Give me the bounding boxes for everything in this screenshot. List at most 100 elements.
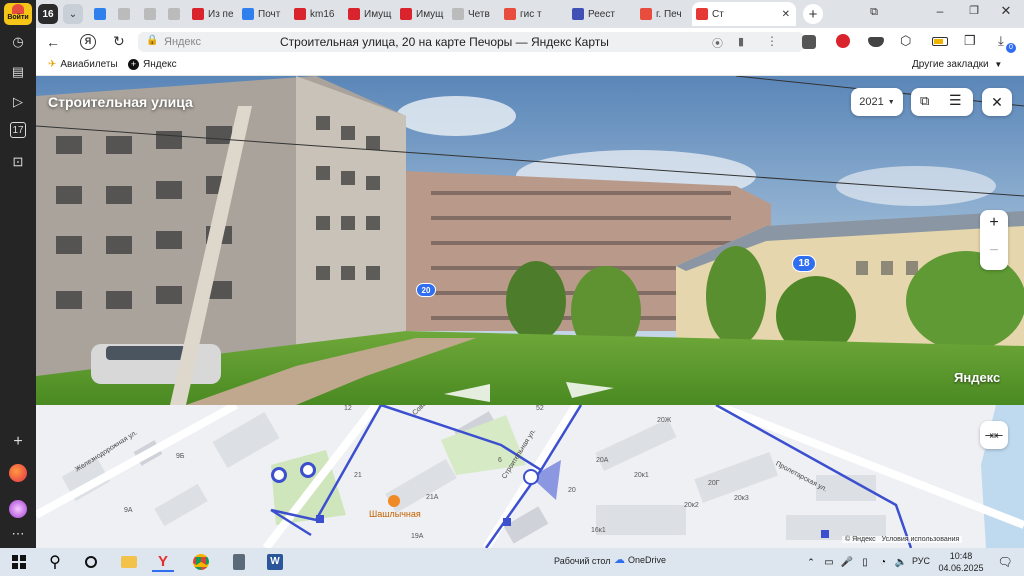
- yandex-icon[interactable]: Я: [80, 34, 96, 50]
- browser-tab[interactable]: Ст ✕: [692, 2, 796, 26]
- tab-favicon-icon: [640, 8, 652, 20]
- yandex-browser-icon[interactable]: Y: [152, 552, 174, 572]
- file-explorer-icon[interactable]: [118, 552, 140, 572]
- expand-map-button[interactable]: ⇥⇤: [980, 421, 1008, 449]
- desktop-label[interactable]: Рабочий стол: [554, 556, 611, 566]
- close-panorama-button[interactable]: ✕: [982, 88, 1012, 116]
- add-panel-icon[interactable]: +: [8, 432, 28, 452]
- calculator-icon[interactable]: [228, 552, 250, 572]
- other-bookmarks-label: Другие закладки: [912, 59, 989, 70]
- volume-icon[interactable]: 🔈: [890, 552, 912, 572]
- browser-tab[interactable]: [140, 4, 162, 24]
- more-icon[interactable]: ⋯: [8, 524, 28, 544]
- map-copyright: © Яндекс Условия использования: [842, 536, 963, 543]
- word-icon[interactable]: W: [264, 552, 286, 572]
- browser-tab[interactable]: [90, 4, 112, 24]
- tab-favicon-icon: [348, 8, 360, 20]
- browser-tab[interactable]: km16: [290, 4, 342, 24]
- more-menu-icon[interactable]: ⋮: [766, 34, 778, 48]
- open-external-icon[interactable]: ⧉: [920, 93, 929, 109]
- yandex-login-button[interactable]: Войти: [4, 3, 32, 25]
- tab-favicon-icon: [168, 8, 180, 20]
- bookmark-flights[interactable]: ✈ Авиабилеты: [48, 59, 118, 70]
- chevron-down-icon: ▼: [887, 98, 895, 106]
- browser-tab[interactable]: [114, 4, 136, 24]
- windows-taskbar: ⚲ Y W Рабочий стол ☁ OneDrive ⌃ ▭ 🎤 ▯ ◔ …: [0, 548, 1024, 576]
- menu-icon[interactable]: ☰: [949, 92, 962, 109]
- collections-button-icon[interactable]: ❒: [964, 33, 976, 49]
- terms-link[interactable]: Условия использования: [882, 536, 960, 543]
- start-button[interactable]: [8, 552, 30, 572]
- close-window-button[interactable]: ✕: [996, 3, 1016, 23]
- house-pin-20[interactable]: 20: [416, 283, 436, 297]
- protect-icon[interactable]: [802, 35, 816, 49]
- bookmark-icon[interactable]: ▮: [738, 35, 744, 48]
- tab-favicon-icon: [192, 8, 204, 20]
- clock[interactable]: 10:48 04.06.2025: [938, 550, 984, 574]
- house-number-label: 6: [498, 457, 502, 464]
- house-number-label: 20А: [596, 457, 609, 464]
- onedrive-widget[interactable]: ☁ OneDrive: [614, 553, 666, 566]
- house-pin-18[interactable]: 18: [792, 255, 816, 272]
- video-icon[interactable]: ▷: [8, 92, 28, 112]
- url-field[interactable]: 🔒 Яндекс Строительная улица, 20 на карте…: [138, 32, 804, 52]
- bookmark-yandex[interactable]: + Яндекс: [128, 59, 177, 70]
- browser-tab[interactable]: [164, 4, 186, 24]
- reload-button[interactable]: ↻: [113, 33, 125, 50]
- collections-icon[interactable]: ⧉: [866, 6, 882, 22]
- browser-tab[interactable]: Почт: [238, 4, 288, 24]
- house-number-label: 20к3: [734, 495, 749, 502]
- downloads-icon[interactable]: ⤓: [998, 33, 1004, 49]
- tab-favicon-icon: [504, 8, 516, 20]
- minimize-button[interactable]: –: [930, 4, 950, 24]
- cloud-icon: ☁: [614, 554, 625, 566]
- windows-logo-icon: [12, 555, 26, 569]
- cortana-icon[interactable]: [80, 552, 102, 572]
- tab-label: Почт: [258, 8, 281, 20]
- tab-counter[interactable]: 16: [38, 4, 58, 24]
- maximize-button[interactable]: ❐: [964, 4, 984, 24]
- house-number-label: 9Б: [176, 453, 185, 460]
- battery-saver-icon[interactable]: [932, 37, 948, 46]
- tabs-dropdown-icon[interactable]: ⌄: [63, 4, 83, 24]
- tab-favicon-icon: [242, 8, 254, 20]
- history-icon[interactable]: ◷: [8, 32, 28, 52]
- zoom-in-button[interactable]: +: [980, 214, 1008, 232]
- screenshot-icon[interactable]: ⊡: [8, 152, 28, 172]
- tab-strip: 16 ⌄ Из пе Почт km16 Имущ Имущ Четв гис т Реест…: [0, 0, 1024, 28]
- notes-icon[interactable]: ▤: [8, 62, 28, 82]
- browser-tab[interactable]: Имущ: [396, 4, 446, 24]
- extension-red-icon[interactable]: [836, 34, 850, 48]
- search-icon[interactable]: ⚲: [44, 552, 66, 572]
- assistant-icon[interactable]: [9, 500, 27, 518]
- back-button[interactable]: ←: [46, 34, 60, 50]
- new-tab-button[interactable]: +: [803, 4, 823, 24]
- close-tab-icon[interactable]: ✕: [782, 9, 790, 20]
- browser-tab[interactable]: г. Печ: [636, 4, 688, 24]
- street-panorama[interactable]: Строительная улица 20 18 2021 ▼ ⧉ ☰ ✕ + …: [36, 76, 1024, 405]
- zoom-control: + −: [980, 210, 1008, 270]
- extension-gray-icon[interactable]: [868, 37, 884, 47]
- tab-label: Ст: [712, 8, 724, 20]
- other-bookmarks[interactable]: Другие закладки ▼: [912, 59, 1002, 70]
- alice-icon[interactable]: [9, 464, 27, 482]
- tab-label: Имущ: [416, 8, 444, 20]
- browser-tab[interactable]: Имущ: [344, 4, 394, 24]
- location-icon[interactable]: ⦿: [712, 35, 723, 51]
- browser-tab[interactable]: гис т: [500, 4, 562, 24]
- browser-tab[interactable]: Реест: [568, 4, 632, 24]
- chrome-icon[interactable]: [190, 552, 212, 572]
- tab-favicon-icon: [696, 8, 708, 20]
- language-indicator[interactable]: РУС: [912, 556, 930, 566]
- browser-tab[interactable]: Из пе: [188, 4, 236, 24]
- year-selector[interactable]: 2021 ▼: [851, 88, 903, 116]
- extensions-icon[interactable]: ⬡: [900, 33, 911, 49]
- zoom-out-button[interactable]: −: [980, 242, 1008, 260]
- browser-sidebar: Войти ◷ ▤ ▷ 17 ⊡ + ⋯: [0, 0, 36, 548]
- tab-favicon-icon: [572, 8, 584, 20]
- mini-map[interactable]: Железнодорожная ул.Советская ул.Строител…: [36, 405, 1024, 548]
- poi-label[interactable]: Шашлычная: [369, 509, 421, 519]
- calendar-icon[interactable]: 17: [10, 122, 26, 138]
- browser-tab[interactable]: Четв: [448, 4, 498, 24]
- notifications-icon[interactable]: 🗨: [994, 552, 1016, 572]
